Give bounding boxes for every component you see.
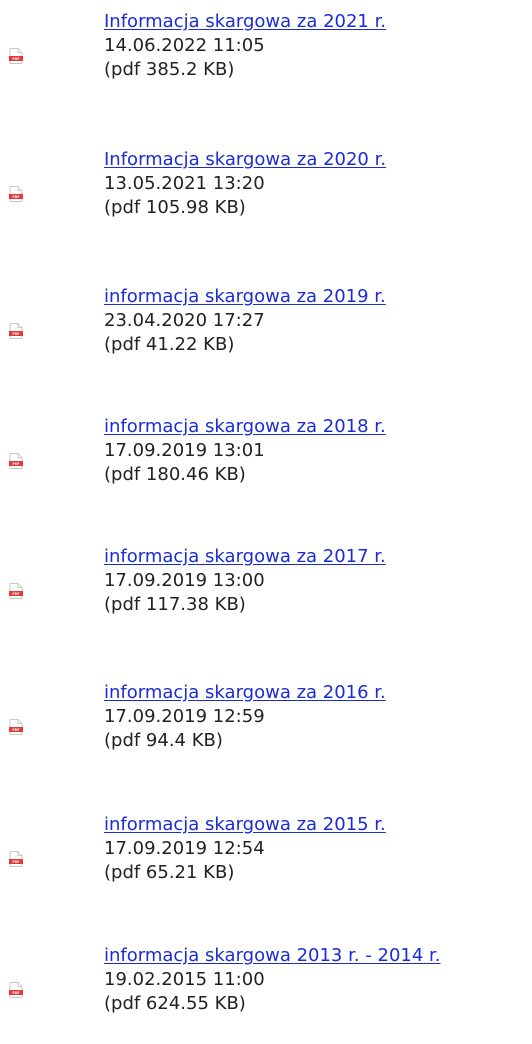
file-date: 17.09.2019 13:00 — [104, 570, 265, 591]
file-item: PDF informacja skargowa 2013 r. - 2014 r… — [0, 944, 532, 1044]
file-date: 17.09.2019 12:54 — [104, 838, 265, 859]
file-meta: (pdf 180.46 KB) — [104, 464, 246, 485]
pdf-file-icon: PDF — [9, 982, 23, 998]
file-link[interactable]: informacja skargowa za 2015 r. — [104, 813, 532, 837]
file-item: PDF informacja skargowa za 2017 r. 17.09… — [0, 545, 532, 645]
file-text: informacja skargowa za 2017 r. 17.09.201… — [104, 545, 532, 617]
file-text: informacja skargowa za 2015 r. 17.09.201… — [104, 813, 532, 885]
file-text: Informacja skargowa za 2021 r. 14.06.202… — [104, 10, 532, 82]
file-text: informacja skargowa za 2016 r. 17.09.201… — [104, 681, 532, 753]
file-meta: (pdf 385.2 KB) — [104, 59, 235, 80]
svg-text:PDF: PDF — [12, 57, 19, 61]
file-item: PDF Informacja skargowa za 2020 r. 13.05… — [0, 148, 532, 248]
file-link[interactable]: Informacja skargowa za 2021 r. — [104, 10, 532, 34]
file-link[interactable]: informacja skargowa za 2017 r. — [104, 545, 532, 569]
svg-text:PDF: PDF — [12, 860, 19, 864]
file-date: 13.05.2021 13:20 — [104, 173, 265, 194]
file-meta: (pdf 117.38 KB) — [104, 594, 246, 615]
svg-text:PDF: PDF — [12, 592, 19, 596]
file-date: 17.09.2019 13:01 — [104, 440, 265, 461]
pdf-file-icon: PDF — [9, 323, 23, 339]
file-text: informacja skargowa za 2018 r. 17.09.201… — [104, 415, 532, 487]
file-link[interactable]: informacja skargowa za 2016 r. — [104, 681, 532, 705]
file-text: Informacja skargowa za 2020 r. 13.05.202… — [104, 148, 532, 220]
file-text: informacja skargowa 2013 r. - 2014 r. 19… — [104, 944, 532, 1016]
file-date: 19.02.2015 11:00 — [104, 969, 265, 990]
pdf-file-icon: PDF — [9, 719, 23, 735]
file-item: PDF Informacja skargowa za 2021 r. 14.06… — [0, 10, 532, 110]
file-date: 17.09.2019 12:59 — [104, 706, 265, 727]
file-meta: (pdf 41.22 KB) — [104, 334, 235, 355]
pdf-file-icon: PDF — [9, 583, 23, 599]
svg-text:PDF: PDF — [12, 195, 19, 199]
pdf-file-icon: PDF — [9, 186, 23, 202]
file-date: 23.04.2020 17:27 — [104, 310, 265, 331]
svg-text:PDF: PDF — [12, 332, 19, 336]
file-meta: (pdf 105.98 KB) — [104, 197, 246, 218]
file-text: informacja skargowa za 2019 r. 23.04.202… — [104, 285, 532, 357]
file-link[interactable]: informacja skargowa za 2019 r. — [104, 285, 532, 309]
file-meta: (pdf 65.21 KB) — [104, 862, 235, 883]
svg-text:PDF: PDF — [12, 728, 19, 732]
file-item: PDF informacja skargowa za 2019 r. 23.04… — [0, 285, 532, 385]
pdf-file-icon: PDF — [9, 851, 23, 867]
pdf-file-icon: PDF — [9, 48, 23, 64]
file-item: PDF informacja skargowa za 2015 r. 17.09… — [0, 813, 532, 913]
svg-text:PDF: PDF — [12, 462, 19, 466]
pdf-file-icon: PDF — [9, 453, 23, 469]
file-meta: (pdf 624.55 KB) — [104, 993, 246, 1014]
file-date: 14.06.2022 11:05 — [104, 35, 265, 56]
svg-text:PDF: PDF — [12, 991, 19, 995]
file-item: PDF informacja skargowa za 2018 r. 17.09… — [0, 415, 532, 515]
file-link[interactable]: informacja skargowa 2013 r. - 2014 r. — [104, 944, 532, 968]
file-link[interactable]: Informacja skargowa za 2020 r. — [104, 148, 532, 172]
file-item: PDF informacja skargowa za 2016 r. 17.09… — [0, 681, 532, 781]
file-link[interactable]: informacja skargowa za 2018 r. — [104, 415, 532, 439]
file-meta: (pdf 94.4 KB) — [104, 730, 223, 751]
